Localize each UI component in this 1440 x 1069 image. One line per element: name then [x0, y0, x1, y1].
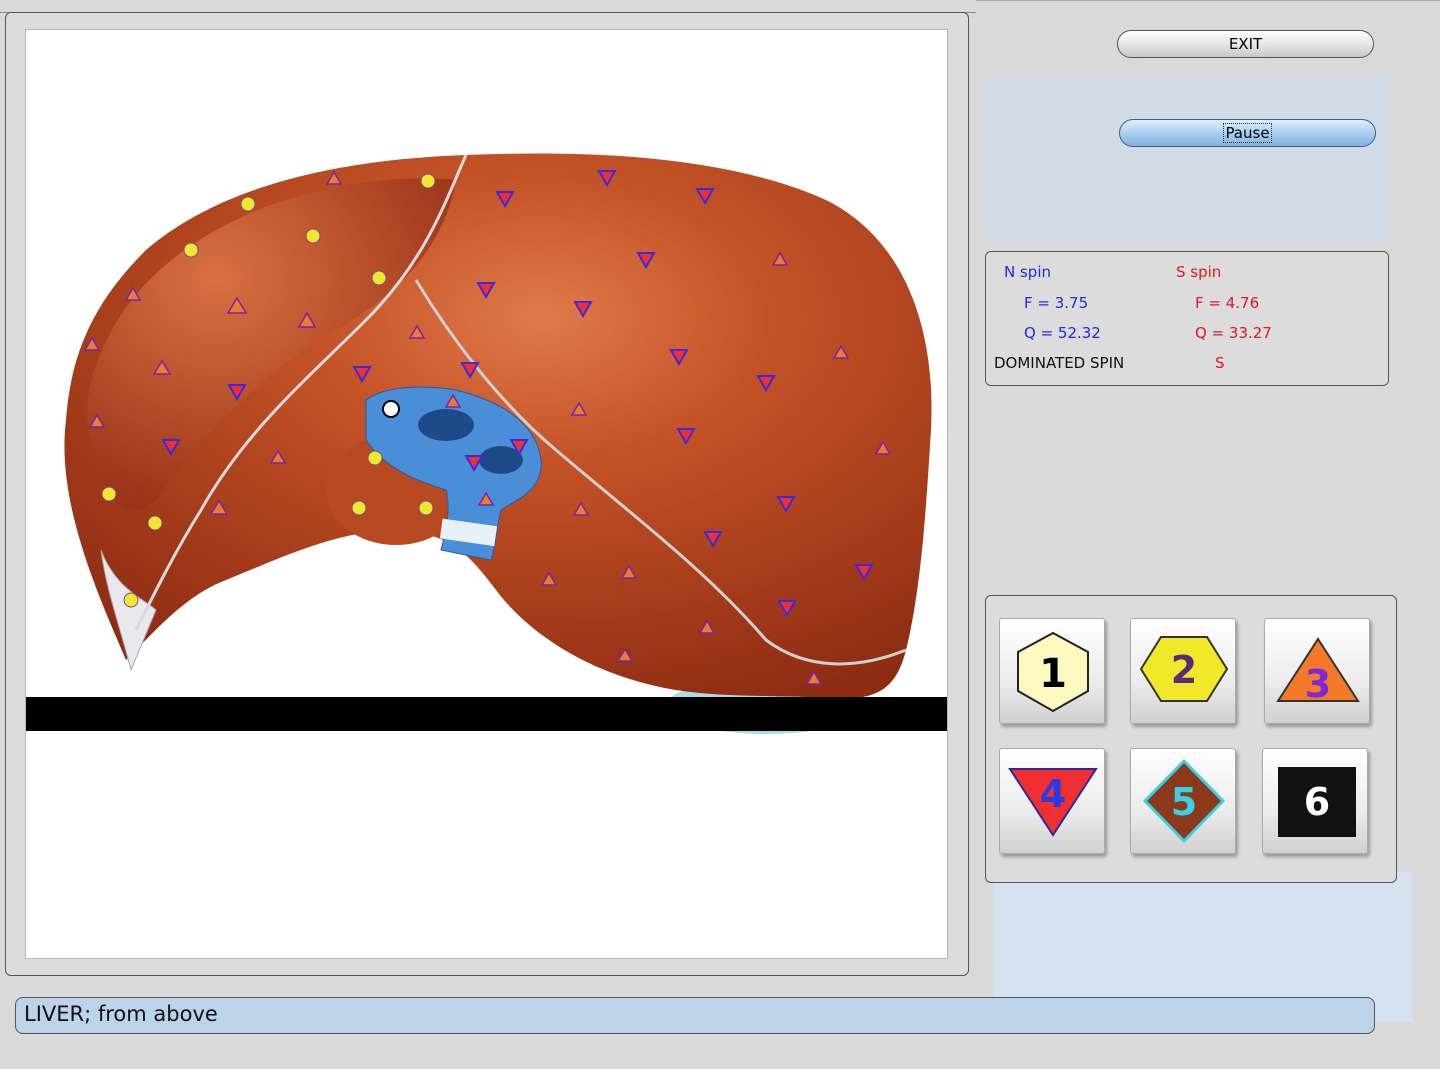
control-zone — [985, 76, 1390, 242]
symbol-button-2[interactable]: 2 — [1130, 618, 1236, 724]
liver-illustration — [26, 153, 947, 734]
symbol-button-1[interactable]: 1 — [999, 618, 1105, 724]
n-spin-f: F = 3.75 — [1024, 294, 1089, 312]
symbol-button-5[interactable]: 5 — [1130, 748, 1236, 854]
s-spin-title: S spin — [1176, 263, 1222, 281]
dominated-spin-value: S — [1215, 354, 1225, 372]
hexagon-2-icon: 2 — [1139, 636, 1229, 702]
marker-1 — [382, 400, 400, 418]
s-spin-q: Q = 33.27 — [1195, 324, 1272, 342]
n-spin-title: N spin — [1004, 263, 1051, 281]
pause-button[interactable]: Pause — [1119, 119, 1376, 147]
triangle-up-icon: 3 — [1276, 637, 1360, 706]
exit-button[interactable]: EXIT — [1117, 30, 1374, 58]
symbol-button-6[interactable]: 6 — [1262, 748, 1368, 854]
triangle-down-icon: 4 — [1008, 768, 1098, 837]
s-spin-f: F = 4.76 — [1195, 294, 1260, 312]
symbol-buttons-panel: 1 2 3 4 5 6 — [985, 595, 1397, 883]
spin-info-panel: N spin F = 3.75 Q = 52.32 S spin F = 4.7… — [985, 251, 1389, 386]
status-bar: LIVER; from above — [15, 997, 1375, 1034]
n-spin-q: Q = 52.32 — [1024, 324, 1101, 342]
svg-text:5: 5 — [1171, 780, 1197, 824]
svg-text:4: 4 — [1040, 772, 1066, 816]
square-icon: 6 — [1278, 767, 1356, 837]
top-border-right — [976, 0, 1440, 1]
svg-text:6: 6 — [1304, 780, 1330, 824]
symbol-button-4[interactable]: 4 — [999, 748, 1105, 854]
svg-text:3: 3 — [1305, 662, 1331, 706]
dominated-spin-label: DOMINATED SPIN — [994, 354, 1125, 372]
pause-button-label: Pause — [1223, 123, 1272, 143]
black-bar — [26, 697, 947, 731]
symbol-button-3[interactable]: 3 — [1264, 618, 1370, 724]
anatomy-image-viewer[interactable] — [25, 29, 948, 959]
svg-text:1: 1 — [1039, 651, 1067, 697]
svg-text:2: 2 — [1171, 648, 1197, 692]
hexagon-1-icon: 1 — [1017, 631, 1089, 713]
diamond-icon: 5 — [1142, 758, 1226, 844]
